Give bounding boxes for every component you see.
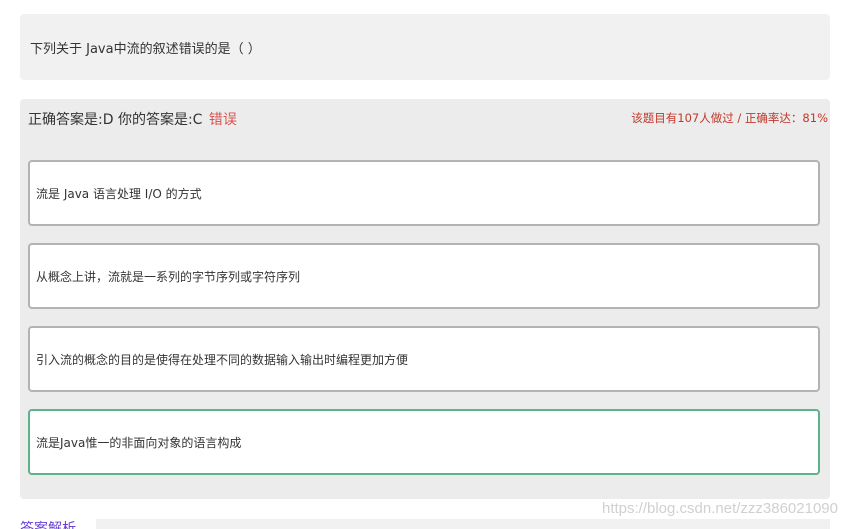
question-box: 下列关于 Java中流的叙述错误的是（ ） [20,14,830,80]
verdict-wrong: 错误 [208,112,237,128]
answer-panel: 正确答案是:D 你的答案是:C 错误 该题目有107人做过 / 正确率达：81%… [20,99,830,499]
option-d-correct[interactable]: 流是Java惟一的非面向对象的语言构成 [28,409,820,475]
option-b[interactable]: 从概念上讲，流就是一系列的字节序列或字符序列 [28,243,820,309]
correct-answer-label: 正确答案是:D [28,112,114,128]
watermark: https://blog.csdn.net/zzz386021090 [601,500,838,517]
answer-stats: 该题目有107人做过 / 正确率达：81% [631,111,828,125]
answer-result: 正确答案是:D 你的答案是:C 错误 [28,109,237,129]
option-text: 流是Java惟一的非面向对象的语言构成 [36,435,242,450]
answer-analysis-link[interactable]: 答案解析 [20,518,76,529]
analysis-section [96,519,830,529]
quiz-page: 下列关于 Java中流的叙述错误的是（ ） 正确答案是:D 你的答案是:C 错误… [0,0,848,529]
your-answer-label: 你的答案是:C [117,112,203,128]
option-a[interactable]: 流是 Java 语言处理 I/O 的方式 [28,160,820,226]
option-c[interactable]: 引入流的概念的目的是使得在处理不同的数据输入输出时编程更加方便 [28,326,820,392]
option-text: 流是 Java 语言处理 I/O 的方式 [36,186,202,201]
option-text: 引入流的概念的目的是使得在处理不同的数据输入输出时编程更加方便 [36,352,409,367]
question-text: 下列关于 Java中流的叙述错误的是（ ） [30,41,261,57]
option-text: 从概念上讲，流就是一系列的字节序列或字符序列 [36,269,301,284]
